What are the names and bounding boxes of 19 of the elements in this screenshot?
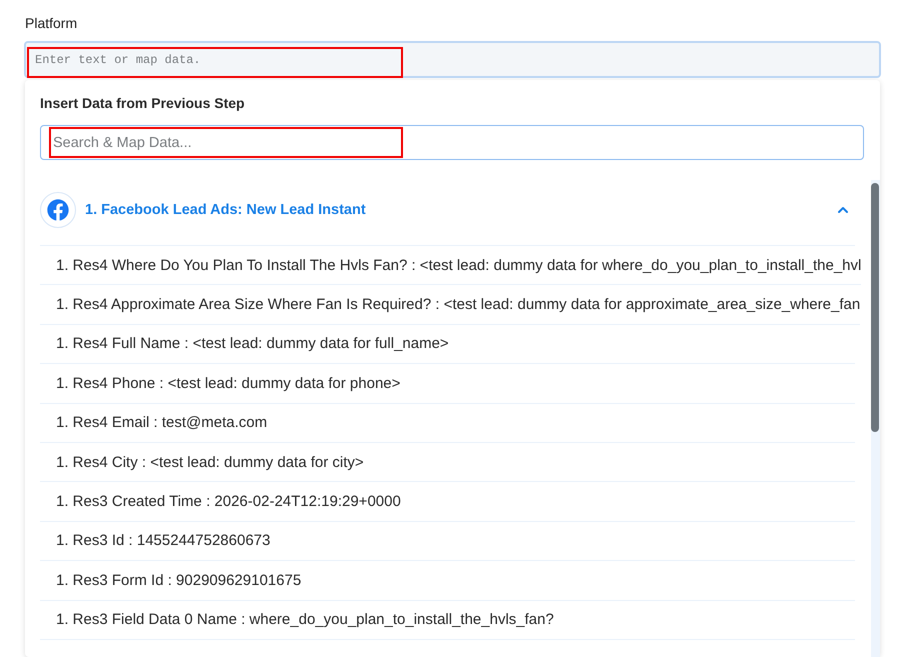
scrollbar-thumb[interactable] — [871, 183, 879, 432]
search-field[interactable]: Search & Map Data... — [40, 125, 864, 160]
data-option[interactable]: 1. Res4 Phone : <test lead: dummy data for phone> — [40, 364, 855, 404]
field-label: Platform — [24, 14, 78, 33]
scrollbar-track[interactable] — [871, 180, 880, 657]
data-option[interactable]: 1. Res3 Form Id : 902909629101675 — [40, 561, 855, 601]
data-option[interactable]: 1. Res3 Id : 1455244752860673 — [40, 522, 855, 562]
text-input-field[interactable]: Enter text or map data. — [24, 41, 881, 78]
data-option[interactable]: 1. Res4 Email : test@meta.com — [40, 404, 855, 443]
panel-title: Insert Data from Previous Step — [40, 94, 246, 113]
step-title: 1. Facebook Lead Ads: New Lead Instant — [85, 202, 366, 218]
facebook-logo-icon — [40, 192, 76, 228]
data-option[interactable]: 1. Res4 Approximate Area Size Where Fan Is Required? : <test lead: dummy data for approximate_area_size_where_fan — [40, 285, 860, 325]
step-header[interactable]: 1. Facebook Lead Ads: New Lead Instant — [40, 180, 855, 246]
data-option[interactable]: 1. Res3 Created Time : 2026-02-24T12:19:29+0000 — [40, 482, 855, 522]
data-option[interactable]: 1. Res4 Where Do You Plan To Install The Hvls Fan? : <test lead: dummy data for where_do_you_plan_to_install_the_hvl — [40, 246, 862, 286]
data-option[interactable]: 1. Res4 City : <test lead: dummy data for city> — [40, 442, 855, 482]
data-option[interactable]: 1. Res4 Full Name : <test lead: dummy data for full_name> — [40, 324, 855, 364]
data-option[interactable]: 1. Res3 Field Data 0 Name : where_do_you_plan_to_install_the_hvls_fan? — [40, 600, 855, 640]
